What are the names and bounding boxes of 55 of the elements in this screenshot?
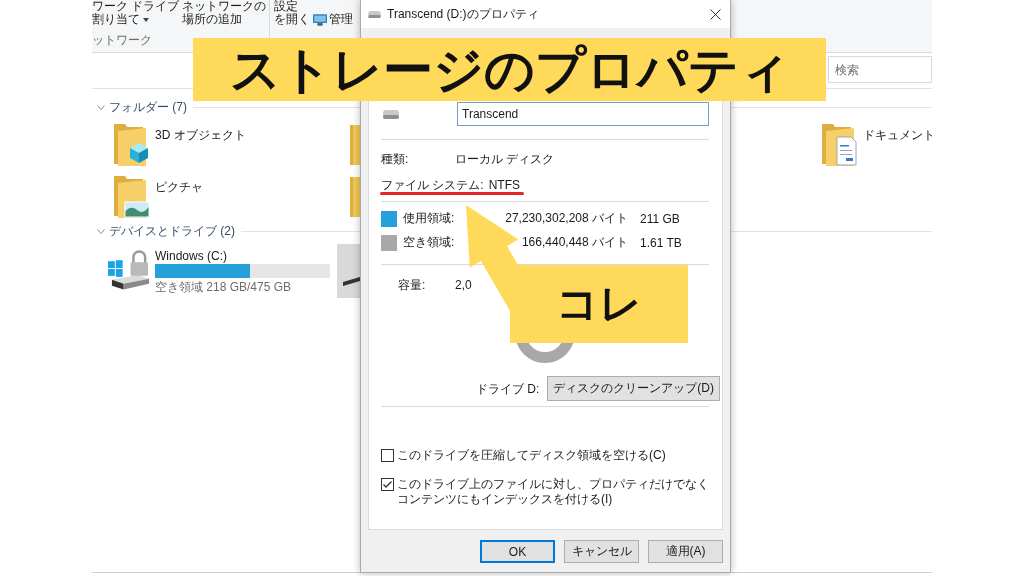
- dialog-button[interactable]: OK: [480, 540, 555, 563]
- folder-icon: [350, 177, 360, 217]
- property-label: 種類:: [381, 150, 410, 168]
- title-banner: ストレージのプロパティ: [193, 38, 826, 101]
- drive-name: Windows (C:): [155, 249, 228, 263]
- close-button[interactable]: [710, 8, 721, 20]
- disk-cleanup-button[interactable]: ディスクのクリーンアップ(D): [547, 376, 720, 401]
- search-field[interactable]: 検索: [828, 56, 932, 83]
- byte-count: 2,0: [455, 278, 472, 292]
- locked-drive-icon: [108, 249, 151, 291]
- size-value: 1.61 TB: [640, 235, 682, 250]
- chevron-down-icon[interactable]: [97, 228, 105, 234]
- checkbox-label[interactable]: このドライブを圧縮してディスク領域を空ける(C): [397, 448, 666, 463]
- folder-icon: [350, 125, 360, 165]
- property-value: NTFS: [488, 178, 520, 192]
- section-title: デバイスとドライブ (2): [109, 222, 235, 240]
- close-icon: [710, 8, 721, 20]
- dialog-button[interactable]: 適用(A): [648, 540, 723, 563]
- byte-count: 27,230,302,208 バイト: [504, 210, 628, 227]
- drive-icon: [383, 109, 399, 119]
- ribbon-button[interactable]: 設定 を開く: [274, 0, 311, 26]
- chevron-down-icon[interactable]: [97, 104, 105, 110]
- folder-icon: [113, 123, 151, 167]
- ribbon-button[interactable]: ワーク ドライブ 割り当て: [92, 0, 180, 26]
- checkbox-label[interactable]: このドライブ上のファイルに対し、プロパティだけでなくコンテンツにもインデックスを付ける(I): [397, 477, 709, 507]
- folder-name[interactable]: 3D オブジェクト: [155, 127, 246, 144]
- window-title: Transcend (D:)のプロパティ: [387, 5, 540, 23]
- property-value: ローカル ディスク: [455, 150, 555, 168]
- folder-icon: [821, 123, 859, 167]
- drive-icon: [368, 10, 381, 18]
- capacity-label: 容量:: [398, 276, 427, 294]
- drive-icon: [343, 277, 360, 286]
- space-label: 空き領域:: [403, 234, 456, 251]
- ribbon-group-label: ットワーク: [92, 34, 152, 47]
- computer-icon: [313, 13, 328, 26]
- byte-count: 166,440,448 バイト: [520, 234, 628, 251]
- free-space-slice: [515, 343, 575, 363]
- callout-box: コレ: [510, 265, 688, 343]
- size-value: 211 GB: [640, 211, 680, 226]
- checkbox[interactable]: [381, 449, 394, 462]
- drive-label: ドライブ D:: [476, 381, 540, 398]
- drive-tile[interactable]: [337, 244, 360, 298]
- folder-name[interactable]: ドキュメント: [863, 127, 935, 144]
- ribbon-button[interactable]: 管理: [313, 13, 354, 26]
- name-field[interactable]: Transcend: [457, 102, 709, 126]
- folder-icon: [113, 175, 151, 219]
- checkbox[interactable]: [381, 478, 394, 491]
- free-space-text: 空き領域 218 GB/475 GB: [155, 280, 293, 294]
- folder-name[interactable]: ピクチャ: [155, 179, 203, 196]
- drive-tile[interactable]: Windows (C:) 空き領域 218 GB/475 GB: [105, 244, 330, 298]
- dialog-button[interactable]: キャンセル: [564, 540, 639, 563]
- section-title: フォルダー (7): [109, 98, 187, 116]
- space-label: 使用領域:: [403, 210, 456, 227]
- ribbon-button[interactable]: ネットワークの 場所の追加: [182, 0, 267, 26]
- property-label: ファイル システム:: [381, 176, 485, 194]
